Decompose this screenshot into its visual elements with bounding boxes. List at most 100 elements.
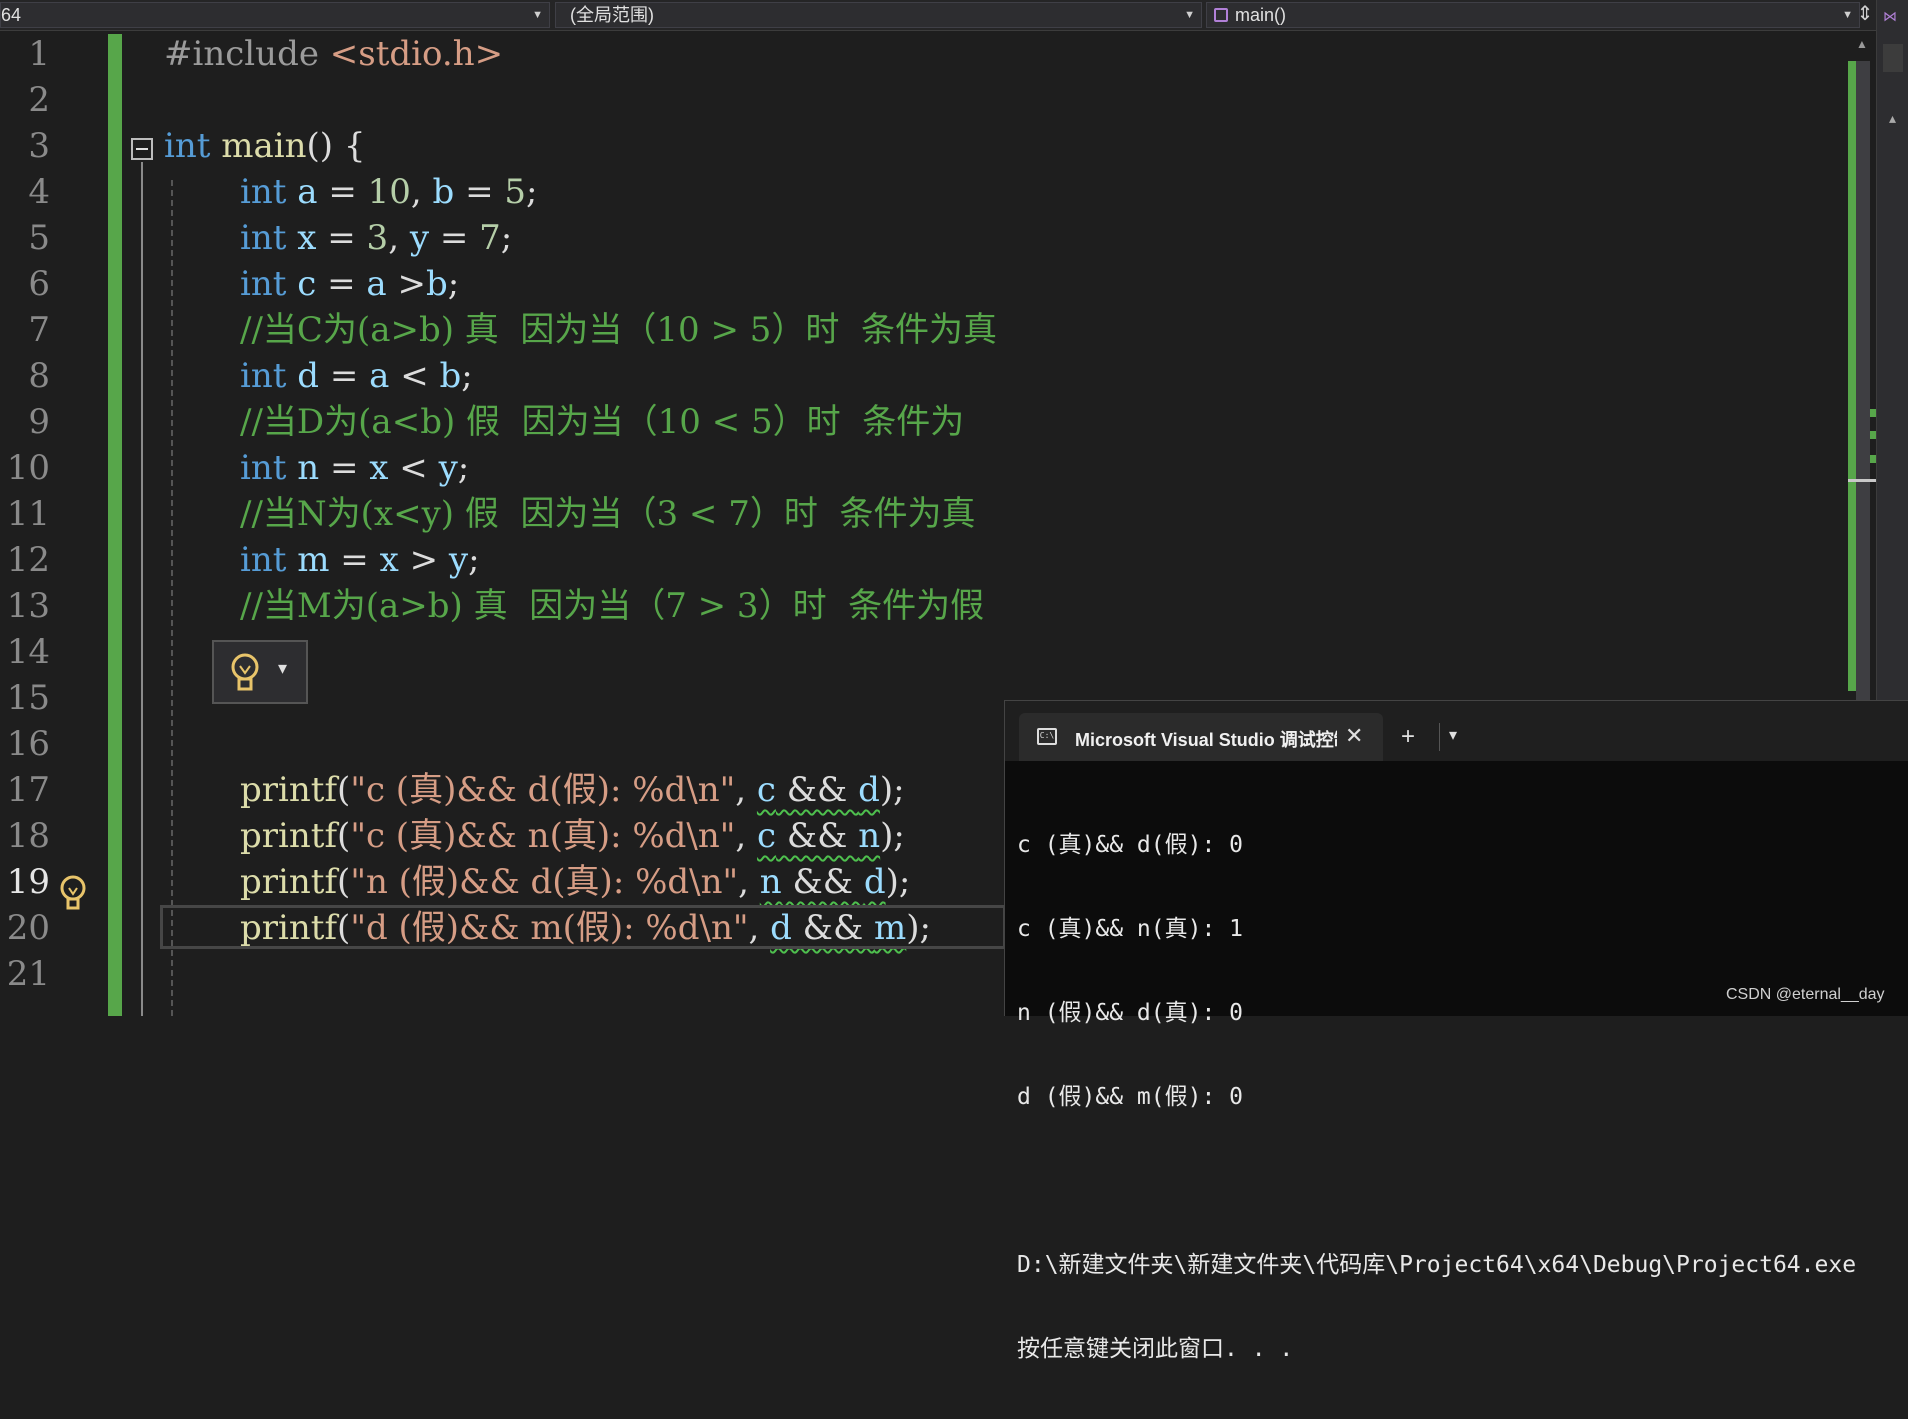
keyword: int bbox=[240, 218, 287, 258]
console-line: 按任意键关闭此窗口. . . bbox=[1017, 1336, 1294, 1362]
variable: c bbox=[757, 816, 777, 856]
function-name: printf bbox=[240, 816, 338, 856]
debug-console-window[interactable]: C:\ Microsoft Visual Studio 调试控制台 ✕ + ▾ … bbox=[1004, 700, 1908, 1362]
operator: = bbox=[429, 218, 480, 258]
operator: = bbox=[319, 356, 370, 396]
code-line-18: printf("n (假)&& d(真): %d\n", n && d); bbox=[240, 859, 910, 905]
punctuation: ; bbox=[526, 172, 538, 212]
code-line-17: printf("c (真)&& n(真): %d\n", c && n); bbox=[240, 813, 905, 859]
comment-line-9: //当D为(a<b) 假 因为当（10 < 5）时 条件为 bbox=[240, 402, 965, 442]
chevron-down-icon: ▼ bbox=[532, 9, 543, 21]
scope-dropdown[interactable]: (全局范围) ▼ bbox=[555, 2, 1202, 28]
chevron-down-icon[interactable]: ▾ bbox=[1449, 725, 1457, 745]
caret-position-marker bbox=[1848, 479, 1876, 482]
side-tab[interactable] bbox=[1883, 44, 1903, 72]
variable: m bbox=[297, 540, 330, 580]
punctuation: ; bbox=[468, 540, 480, 580]
watermark: CSDN @eternal__day bbox=[1726, 986, 1885, 1003]
number: 7 bbox=[479, 218, 501, 258]
operator: && bbox=[775, 770, 859, 810]
punctuation: () { bbox=[306, 126, 366, 166]
punctuation: ( bbox=[337, 770, 351, 810]
comment-line-7: //当C为(a>b) 真 因为当（10 > 5）时 条件为真 bbox=[240, 310, 998, 350]
change-marker bbox=[1870, 431, 1876, 439]
keyword: int bbox=[240, 356, 287, 396]
punctuation: , bbox=[410, 172, 433, 212]
console-output: c (真)&& d(假): 0 c (真)&& n(真): 1 n (假)&& … bbox=[1017, 775, 1856, 1419]
variable: b bbox=[425, 264, 448, 304]
code-line-4: int a = 10, b = 5; bbox=[240, 169, 538, 215]
variable: a bbox=[369, 356, 390, 396]
project-dropdown[interactable]: 64 ▼ bbox=[0, 2, 550, 28]
include-header: <stdio.h> bbox=[329, 34, 504, 74]
console-line: c (真)&& n(真): 1 bbox=[1017, 916, 1244, 942]
operator: && bbox=[781, 862, 864, 902]
variable: a bbox=[297, 172, 318, 212]
preprocessor-directive: #include bbox=[164, 34, 330, 74]
punctuation: ; bbox=[461, 356, 473, 396]
scroll-up-icon[interactable]: ▲ bbox=[1856, 37, 1868, 51]
current-line-highlight bbox=[160, 905, 1006, 949]
split-window-button[interactable]: ⇕ bbox=[1854, 2, 1876, 28]
comment-line-11: //当N为(x<y) 假 因为当（3 < 7）时 条件为真 bbox=[240, 494, 976, 534]
punctuation: , bbox=[735, 770, 757, 810]
code-line-3: int main() { bbox=[164, 123, 366, 169]
punctuation: ); bbox=[885, 862, 911, 902]
code-line-12: int m = x > y; bbox=[240, 537, 480, 583]
comment-line-13: //当M为(a>b) 真 因为当（7 > 3）时 条件为假 bbox=[240, 586, 985, 626]
keyword: int bbox=[240, 172, 287, 212]
punctuation: ; bbox=[500, 218, 513, 258]
punctuation: ; bbox=[447, 264, 460, 304]
operator: && bbox=[776, 816, 859, 856]
code-line-5: int x = 3, y = 7; bbox=[240, 215, 512, 261]
variable: b bbox=[432, 172, 455, 212]
variable: c bbox=[297, 264, 317, 304]
console-line: d (假)&& m(假): 0 bbox=[1017, 1084, 1244, 1110]
close-icon[interactable]: ✕ bbox=[1345, 723, 1363, 749]
console-line: D:\新建文件夹\新建文件夹\代码库\Project64\x64\Debug\P… bbox=[1017, 1252, 1857, 1278]
variable: c bbox=[756, 770, 776, 810]
project-dropdown-label: 64 bbox=[1, 5, 22, 25]
variable: n bbox=[858, 816, 881, 856]
operator: < bbox=[389, 356, 440, 396]
operator: = bbox=[329, 540, 380, 580]
console-titlebar: C:\ Microsoft Visual Studio 调试控制台 ✕ + ▾ bbox=[1005, 701, 1908, 761]
punctuation: ; bbox=[457, 448, 470, 488]
operator: > bbox=[386, 264, 426, 304]
chevron-down-icon: ▼ bbox=[1184, 9, 1195, 21]
variable: d bbox=[858, 770, 880, 810]
scrollbar-thumb[interactable] bbox=[1856, 61, 1870, 701]
variable: d bbox=[297, 356, 320, 396]
member-dropdown[interactable]: main() ▼ bbox=[1206, 2, 1860, 28]
operator: = bbox=[317, 172, 368, 212]
punctuation: ); bbox=[879, 770, 905, 810]
vertical-scrollbar[interactable]: ▲ bbox=[1848, 31, 1876, 701]
variable: n bbox=[759, 862, 782, 902]
member-dropdown-label: main() bbox=[1235, 5, 1287, 25]
code-line-10: int n = x < y; bbox=[240, 445, 469, 491]
code-line-1: #include <stdio.h> bbox=[164, 31, 503, 77]
keyword: int bbox=[240, 540, 287, 580]
console-line: c (真)&& d(假): 0 bbox=[1017, 832, 1244, 858]
variable: n bbox=[297, 448, 320, 488]
change-marker bbox=[1870, 409, 1876, 417]
console-tab[interactable]: C:\ Microsoft Visual Studio 调试控制台 ✕ bbox=[1019, 713, 1383, 761]
terminal-icon: C:\ bbox=[1037, 728, 1057, 745]
variable: a bbox=[366, 264, 387, 304]
number: 5 bbox=[504, 172, 527, 212]
variable: b bbox=[439, 356, 462, 396]
code-line-16: printf("c (真)&& d(假): %d\n", c && d); bbox=[240, 767, 905, 813]
punctuation: ( bbox=[337, 862, 351, 902]
variable: d bbox=[863, 862, 886, 902]
method-cube-icon bbox=[1214, 8, 1228, 22]
string-literal: "c (真)&& n(真): %d\n" bbox=[350, 816, 736, 856]
variable: y bbox=[448, 540, 469, 580]
punctuation: ( bbox=[337, 816, 351, 856]
change-map bbox=[1848, 61, 1856, 691]
collapse-icon[interactable]: ▴ bbox=[1889, 110, 1896, 127]
quick-actions-button[interactable]: ▾ bbox=[212, 640, 308, 704]
new-tab-button[interactable]: + bbox=[1401, 723, 1415, 751]
operator: = bbox=[319, 448, 370, 488]
change-marker bbox=[1870, 455, 1876, 463]
lightbulb-icon bbox=[231, 653, 259, 691]
